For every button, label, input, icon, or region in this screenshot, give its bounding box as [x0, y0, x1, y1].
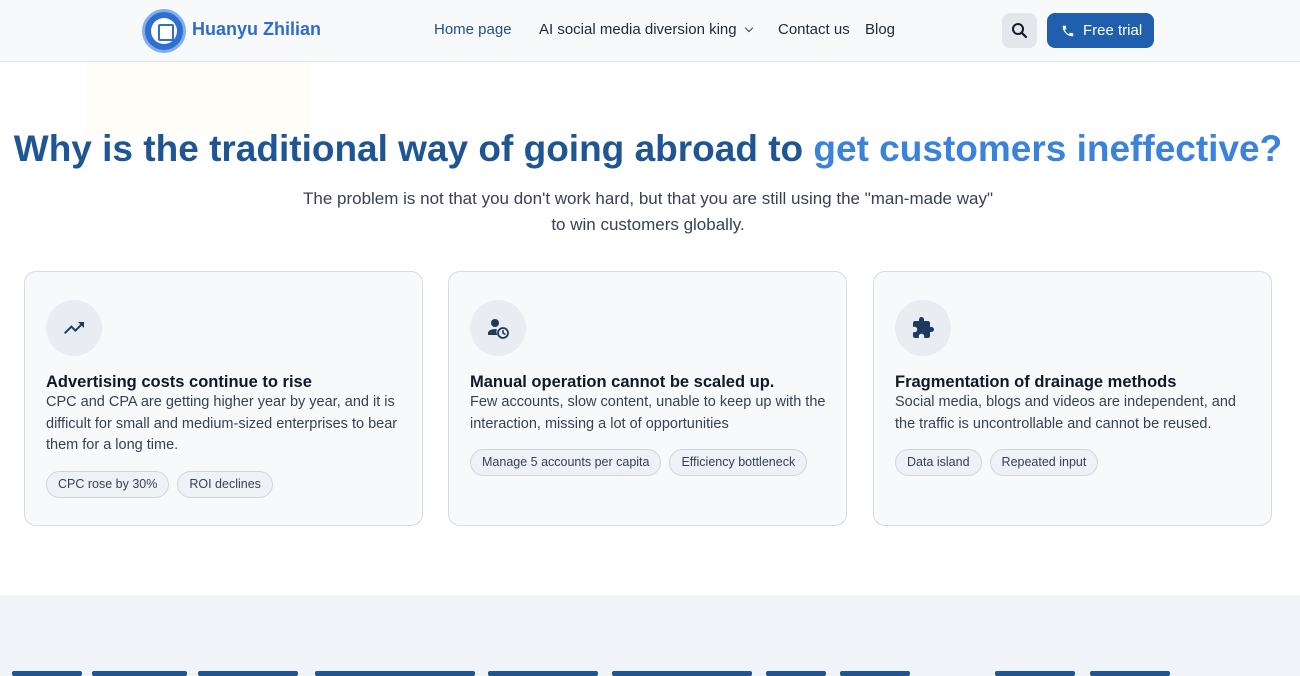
problem-card: Manual operation cannot be scaled up. Fe… [448, 271, 847, 526]
tag-list: Data island Repeated input [895, 449, 1099, 476]
problem-card: Fragmentation of drainage methods Social… [873, 271, 1272, 526]
page-subtitle: The problem is not that you don't work h… [250, 186, 1046, 238]
tag-list: CPC rose by 30% ROI declines [46, 471, 273, 498]
free-trial-button[interactable]: Free trial [1047, 13, 1154, 48]
logo-icon[interactable] [142, 9, 186, 53]
nav-blog[interactable]: Blog [865, 21, 895, 38]
puzzle-icon [913, 317, 934, 338]
faded-image [86, 62, 310, 134]
card-text: Social media, blogs and videos are indep… [895, 394, 1236, 432]
tag: Data island [895, 449, 982, 476]
tag: Efficiency bottleneck [669, 449, 808, 476]
card-text: Few accounts, slow content, unable to ke… [470, 394, 826, 432]
card-title: Advertising costs continue to rise [46, 373, 312, 391]
free-trial-label: Free trial [1083, 22, 1143, 39]
icon-badge [470, 300, 526, 356]
title-part-1: Why is the traditional way of going abro… [13, 128, 814, 169]
nav-contact[interactable]: Contact us [778, 21, 850, 38]
search-button[interactable] [1002, 13, 1037, 48]
nav-ai-menu-label: AI social media diversion king [539, 21, 737, 38]
card-title: Manual operation cannot be scaled up. [470, 373, 775, 391]
chevron-down-icon [744, 23, 753, 33]
brand-name[interactable]: Huanyu Zhilian [192, 19, 321, 40]
tag: CPC rose by 30% [46, 471, 170, 498]
problem-card: Advertising costs continue to rise CPC a… [24, 271, 423, 526]
tag-list: Manage 5 accounts per capita Efficiency … [470, 449, 808, 476]
icon-badge [895, 300, 951, 356]
site-header: Huanyu Zhilian Home page AI social media… [0, 0, 1300, 62]
nav-ai-menu[interactable]: AI social media diversion king [539, 21, 753, 38]
tag: ROI declines [177, 471, 273, 498]
card-text: CPC and CPA are getting higher year by y… [46, 394, 398, 454]
tag: Repeated input [989, 449, 1099, 476]
user-clock-icon [488, 319, 509, 339]
card-title: Fragmentation of drainage methods [895, 373, 1177, 391]
subtitle-line-1: The problem is not that you don't work h… [302, 189, 993, 208]
title-part-2: get customers ineffective? [813, 128, 1283, 169]
subtitle-line-2: to win customers globally. [551, 215, 745, 234]
phone-icon [1062, 25, 1074, 37]
tag: Manage 5 accounts per capita [470, 449, 662, 476]
search-icon [1012, 23, 1028, 39]
trending-up-icon [64, 322, 84, 334]
page-title: Why is the traditional way of going abro… [0, 128, 1296, 170]
nav-home[interactable]: Home page [434, 21, 512, 38]
next-section-background [0, 595, 1300, 676]
next-section-heading-cutoff [0, 671, 1300, 676]
icon-badge [46, 300, 102, 356]
